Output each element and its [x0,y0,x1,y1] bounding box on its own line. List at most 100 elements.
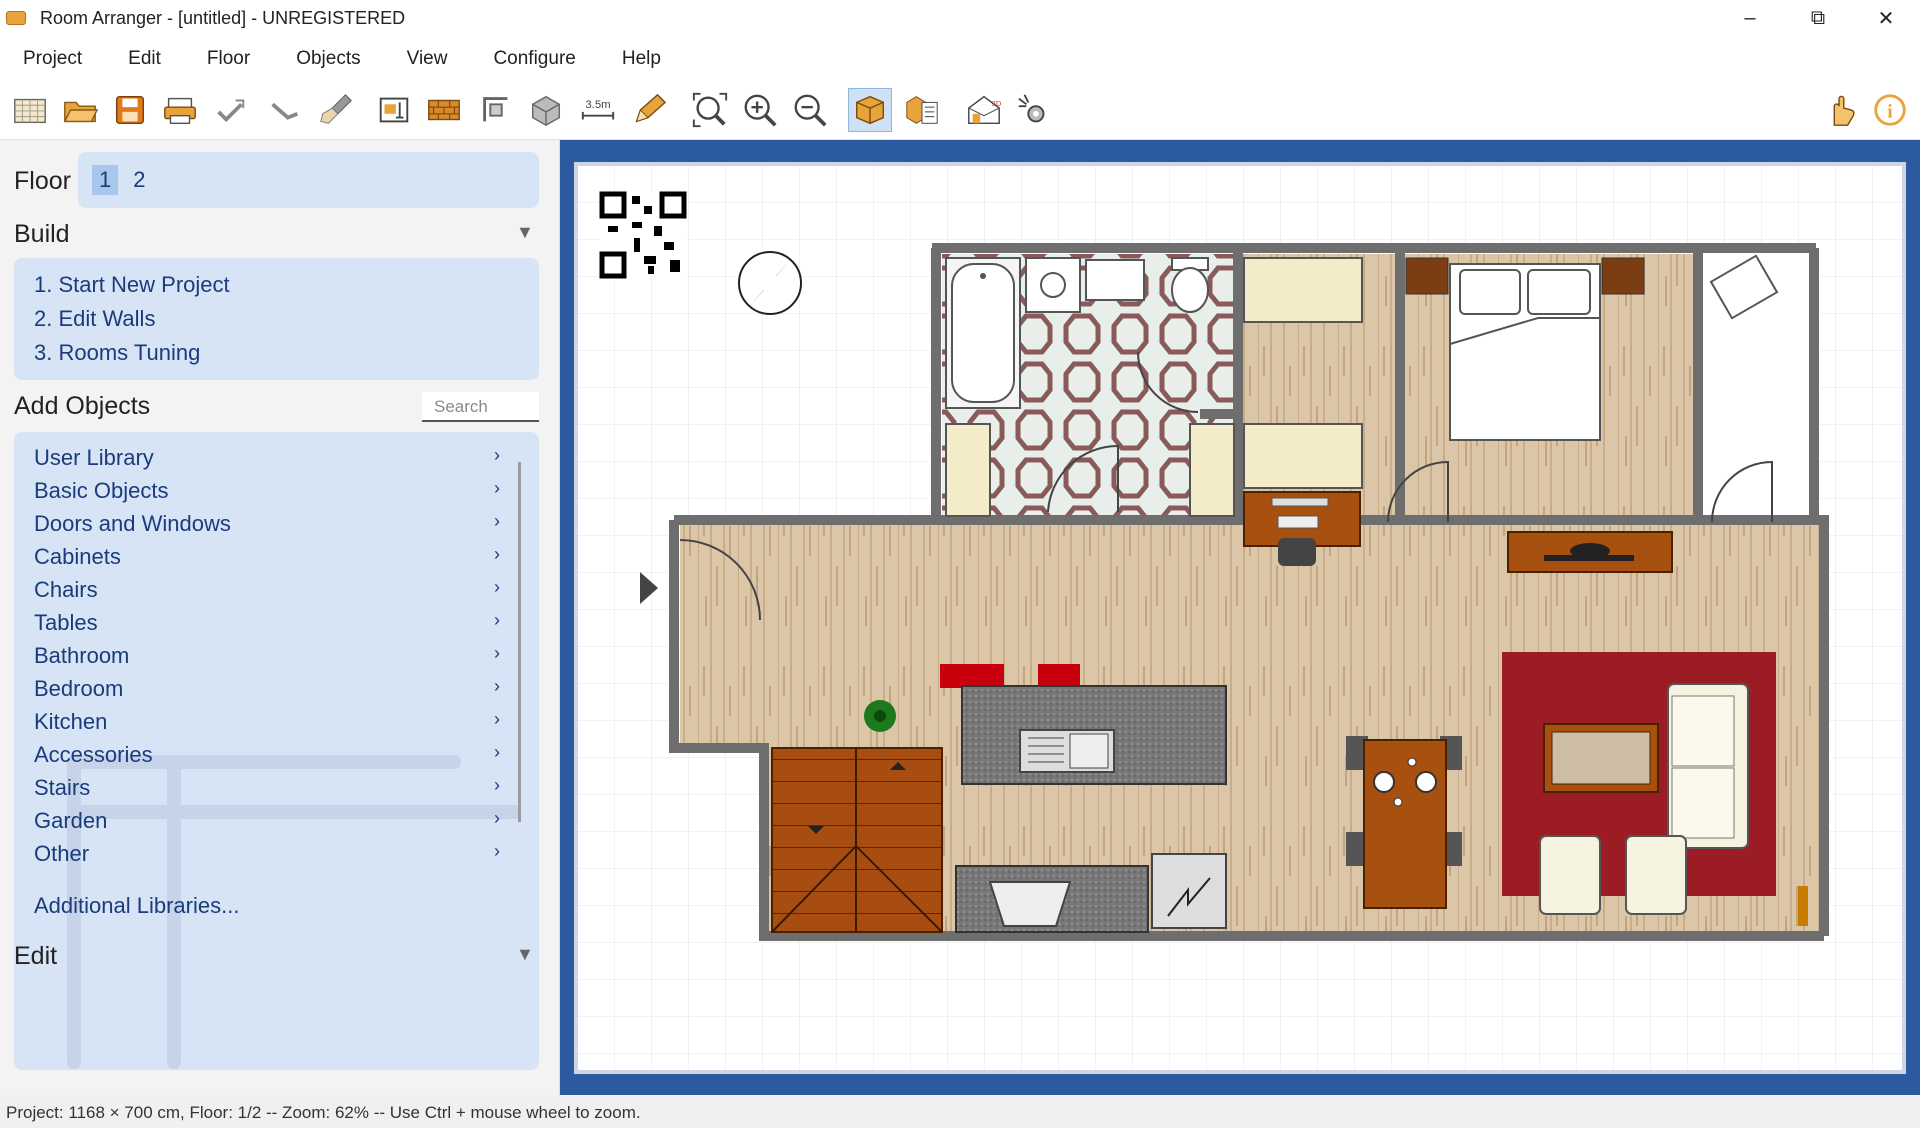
menu-configure[interactable]: Configure [470,48,598,70]
plant-icon[interactable] [864,700,896,732]
plan-canvas-area[interactable] [560,140,1920,1095]
bathtub[interactable] [945,257,1021,409]
category-kitchen[interactable]: Kitchen [34,709,107,735]
tv-stand[interactable] [1507,531,1673,573]
chevron-right-icon: › [494,478,500,498]
hall-cabinet-middle[interactable] [1243,423,1363,489]
build-section-title[interactable]: Build [14,220,70,249]
open-icon[interactable] [58,88,102,132]
3d-box-icon[interactable] [524,88,568,132]
build-step-rooms[interactable]: 3. Rooms Tuning [34,340,200,366]
toolbar: 3.5m 3D i [0,82,1920,140]
zoom-out-icon[interactable] [788,88,832,132]
bathroom-cabinet-right[interactable] [1189,423,1235,517]
category-bathroom[interactable]: Bathroom [34,643,129,669]
floor-label: Floor [14,167,71,195]
category-basic-objects[interactable]: Basic Objects [34,478,169,504]
chevron-right-icon: › [494,610,500,630]
new-plan-icon[interactable] [8,88,52,132]
chevron-right-icon: › [494,511,500,531]
stairs[interactable] [771,747,943,933]
compass-icon[interactable] [738,251,802,315]
zoom-in-icon[interactable] [738,88,782,132]
chevron-right-icon: › [494,577,500,597]
edit-collapse-icon[interactable]: ▼ [516,944,534,965]
desk[interactable] [1243,491,1361,547]
title-bar: Room Arranger - [untitled] - UNREGISTERE… [0,0,1920,36]
objects-list-icon[interactable] [900,88,944,132]
additional-libraries-link[interactable]: Additional Libraries... [34,893,239,919]
save-icon[interactable] [108,88,152,132]
category-other[interactable]: Other [34,841,89,867]
chevron-right-icon: › [494,742,500,762]
office-chair[interactable] [1278,538,1316,566]
menu-help[interactable]: Help [599,48,684,70]
search-input[interactable]: Search [422,392,539,422]
build-collapse-icon[interactable]: ▼ [516,222,534,243]
undo-icon[interactable] [208,88,252,132]
minimize-button[interactable]: – [1716,0,1784,36]
redo-icon[interactable] [262,88,306,132]
category-stairs[interactable]: Stairs [34,775,90,801]
floor-tab-2[interactable]: 2 [126,165,152,195]
armchair-left[interactable] [1539,835,1601,915]
plan-paper[interactable] [574,162,1906,1074]
room-properties-icon[interactable] [372,88,416,132]
print-icon[interactable] [158,88,202,132]
hand-icon[interactable] [1818,88,1862,132]
close-button[interactable]: ✕ [1852,0,1920,36]
window-controls: – ⧉ ✕ [1716,0,1920,36]
pencil-icon[interactable] [626,88,670,132]
qr-code [599,191,687,279]
floor-tab-1[interactable]: 1 [92,165,119,195]
menu-floor[interactable]: Floor [184,48,273,70]
category-bedroom[interactable]: Bedroom [34,676,123,702]
dimension-icon[interactable]: 3.5m [576,88,620,132]
chevron-right-icon: › [494,544,500,564]
chevron-right-icon: › [494,841,500,861]
categories-scrollbar[interactable] [518,462,521,822]
menu-objects[interactable]: Objects [273,48,383,70]
category-garden[interactable]: Garden [34,808,107,834]
hall-cabinet-top[interactable] [1243,257,1363,323]
window-title: Room Arranger - [untitled] - UNREGISTERE… [40,7,406,28]
dining-table[interactable] [1346,736,1462,909]
nightstand-right[interactable] [1601,257,1645,295]
nightstand-left[interactable] [1405,257,1449,295]
floor-plan[interactable] [578,166,1902,1070]
restore-button[interactable]: ⧉ [1784,0,1852,36]
toilet[interactable] [1171,257,1209,313]
edit-section-title[interactable]: Edit [14,942,57,971]
3d-view-icon[interactable]: 3D [962,88,1006,132]
menu-project[interactable]: Project [0,48,105,70]
menu-bar: Project Edit Floor Objects View Configur… [0,36,1920,82]
sofa[interactable] [1667,683,1749,849]
floor-tabs: 1 2 [78,152,539,208]
2d-view-icon[interactable] [848,88,892,132]
category-user-library[interactable]: User Library [34,445,154,471]
bed[interactable] [1449,263,1601,441]
category-tables[interactable]: Tables [34,610,98,636]
category-cabinets[interactable]: Cabinets [34,544,121,570]
wall-icon[interactable] [422,88,466,132]
status-bar: Project: 1168 × 700 cm, Floor: 1/2 -- Zo… [0,1095,1920,1128]
chevron-right-icon: › [494,775,500,795]
kitchen-sink[interactable] [988,881,1072,927]
bathroom-cabinet-left[interactable] [945,423,991,517]
info-icon[interactable]: i [1868,88,1912,132]
paint-brush-icon[interactable] [314,88,358,132]
category-doors-windows[interactable]: Doors and Windows [34,511,231,537]
menu-edit[interactable]: Edit [105,48,184,70]
zoom-fit-icon[interactable] [688,88,732,132]
settings-gear-icon[interactable] [1012,88,1056,132]
category-accessories[interactable]: Accessories [34,742,153,768]
menu-view[interactable]: View [384,48,471,70]
app-window: Room Arranger - [untitled] - UNREGISTERE… [0,0,1920,1128]
chevron-right-icon: › [494,808,500,828]
armchair-right[interactable] [1625,835,1687,915]
category-chairs[interactable]: Chairs [34,577,98,603]
build-step-walls[interactable]: 2. Edit Walls [34,306,155,332]
build-step-start[interactable]: 1. Start New Project [34,272,230,298]
resize-icon[interactable] [474,88,518,132]
heater[interactable] [1798,886,1808,926]
